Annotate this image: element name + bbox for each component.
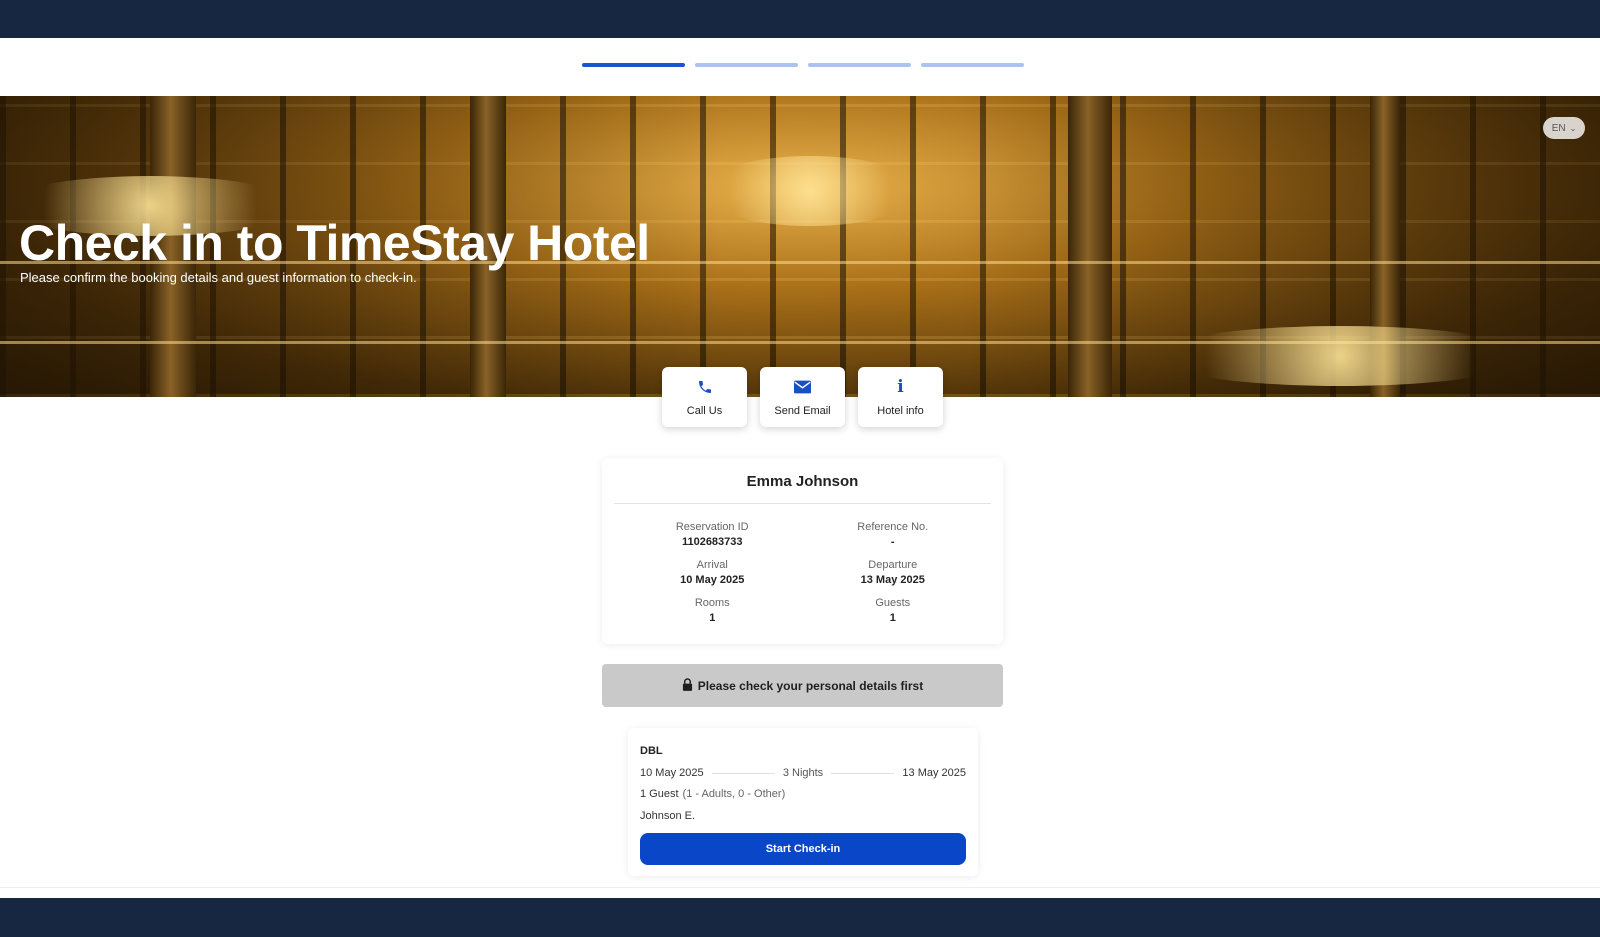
top-bar (0, 0, 1600, 38)
nights-count: 3 Nights (782, 767, 824, 779)
card-divider (614, 503, 991, 504)
room-type: DBL (640, 745, 663, 757)
notice-text: Please check your personal details first (697, 678, 924, 693)
language-selector[interactable]: EN ⌄ (1543, 117, 1585, 139)
hotel-info-button[interactable]: i Hotel info (858, 367, 943, 427)
progress-step-3 (808, 63, 911, 67)
arrival-field: Arrival 10 May 2025 (622, 559, 803, 586)
field-label: Departure (868, 559, 918, 571)
hero-light (1150, 326, 1530, 386)
progress-stepper (582, 63, 1024, 67)
arrival-date: 10 May 2025 (640, 767, 704, 779)
lock-icon (682, 677, 693, 694)
booking-info-grid: Reservation ID 1102683733 Reference No. … (602, 521, 1003, 624)
send-email-label: Send Email (774, 405, 831, 417)
field-label: Reference No. (857, 521, 929, 533)
booking-summary-card: Emma Johnson Reservation ID 1102683733 R… (602, 458, 1003, 644)
phone-icon (695, 377, 715, 397)
chevron-down-icon: ⌄ (1569, 123, 1577, 133)
room-guest-name: Johnson E. (640, 810, 696, 822)
departure-date: 13 May 2025 (902, 767, 967, 779)
progress-step-1 (582, 63, 685, 67)
guests-field: Guests 1 (803, 597, 984, 624)
envelope-icon (793, 377, 813, 397)
footer-divider (0, 887, 1600, 888)
field-value: 1102683733 (681, 536, 743, 548)
date-connector (711, 772, 775, 774)
reservation-id-field: Reservation ID 1102683733 (622, 521, 803, 548)
start-check-in-button[interactable]: Start Check-in (640, 833, 966, 865)
field-value: 10 May 2025 (680, 574, 745, 586)
date-connector (831, 772, 895, 774)
guest-count: 1 Guest (640, 788, 679, 800)
info-icon: i (897, 377, 904, 397)
page-title: Check in to TimeStay Hotel (19, 215, 650, 271)
field-label: Arrival (696, 559, 728, 571)
call-us-label: Call Us (686, 405, 723, 417)
call-us-button[interactable]: Call Us (662, 367, 747, 427)
guest-name: Emma Johnson (746, 473, 859, 490)
send-email-button[interactable]: Send Email (760, 367, 845, 427)
field-value: - (890, 536, 895, 548)
reference-no-field: Reference No. - (803, 521, 984, 548)
progress-step-2 (695, 63, 798, 67)
personal-details-notice: Please check your personal details first (602, 664, 1003, 707)
progress-step-4 (921, 63, 1024, 67)
field-label: Guests (875, 597, 911, 609)
bottom-bar (0, 898, 1600, 937)
departure-field: Departure 13 May 2025 (803, 559, 984, 586)
stay-dates-row: 10 May 2025 3 Nights 13 May 2025 (640, 767, 966, 779)
field-label: Reservation ID (675, 521, 749, 533)
hero-light (700, 156, 920, 226)
language-label: EN (1551, 122, 1566, 134)
guest-count-row: 1 Guest (1 - Adults, 0 - Other) (640, 788, 966, 800)
hero-pillar (1068, 96, 1112, 397)
field-value: 1 (889, 612, 896, 624)
guest-breakdown: (1 - Adults, 0 - Other) (682, 788, 786, 800)
hotel-info-label: Hotel info (877, 405, 924, 417)
page-subtitle: Please confirm the booking details and g… (20, 270, 417, 285)
field-value: 1 (709, 612, 716, 624)
field-value: 13 May 2025 (860, 574, 925, 586)
rooms-field: Rooms 1 (622, 597, 803, 624)
field-label: Rooms (694, 597, 730, 609)
room-card: DBL 10 May 2025 3 Nights 13 May 2025 1 G… (628, 728, 978, 876)
